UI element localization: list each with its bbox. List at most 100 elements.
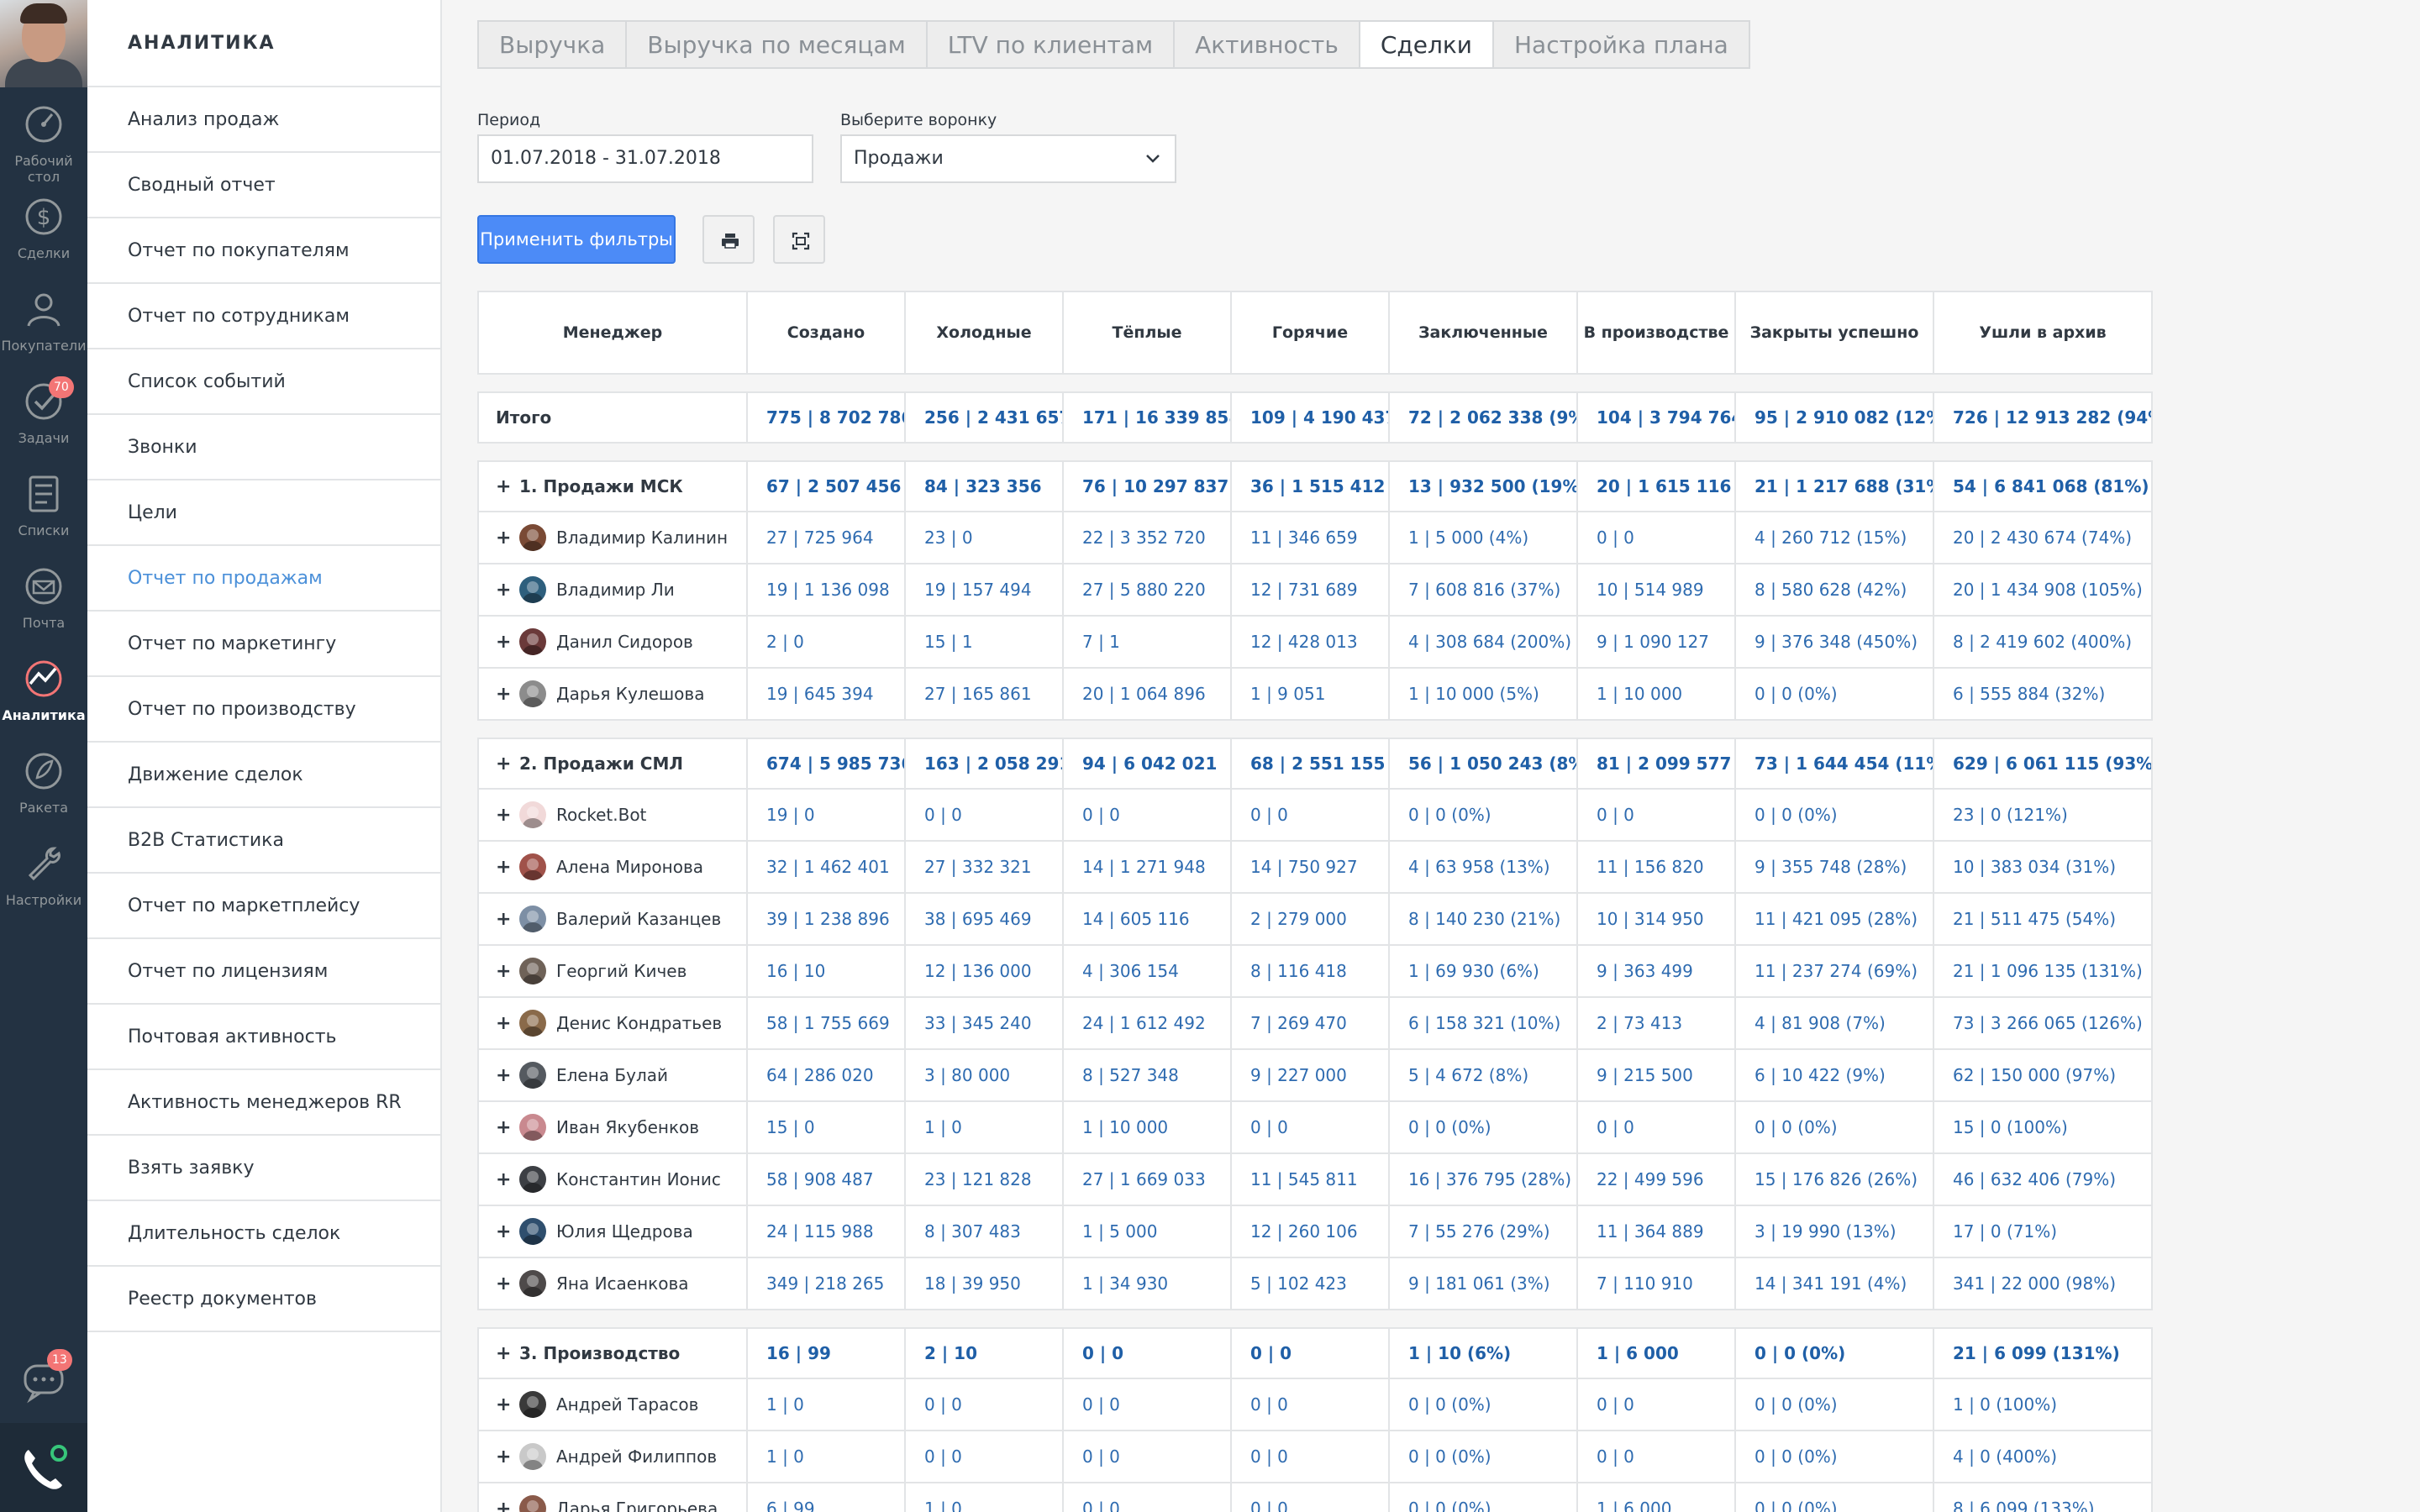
group-cell[interactable]: 2 | 10 [906, 1329, 1064, 1378]
expand-icon[interactable]: + [496, 476, 511, 497]
column-header[interactable]: Горячие [1232, 292, 1390, 373]
data-cell[interactable]: 11 | 346 659 [1232, 512, 1390, 563]
sidebar-item[interactable]: Длительность сделок [87, 1201, 440, 1267]
sidebar-item[interactable]: Цели [87, 480, 440, 546]
data-cell[interactable]: 1 | 10 000 [1578, 669, 1736, 719]
group-cell[interactable]: 0 | 0 (0%) [1736, 1329, 1934, 1378]
total-cell[interactable]: 775 | 8 702 786 [748, 393, 906, 442]
data-cell[interactable]: 62 | 150 000 (97%) [1934, 1050, 2151, 1100]
manager-name-cell[interactable]: + Владимир Ли [479, 564, 748, 615]
manager-name-cell[interactable]: + Владимир Калинин [479, 512, 748, 563]
data-cell[interactable]: 58 | 908 487 [748, 1154, 906, 1205]
data-cell[interactable]: 12 | 260 106 [1232, 1206, 1390, 1257]
data-cell[interactable]: 33 | 345 240 [906, 998, 1064, 1048]
data-cell[interactable]: 7 | 269 470 [1232, 998, 1390, 1048]
column-header[interactable]: Создано [748, 292, 906, 373]
data-cell[interactable]: 23 | 121 828 [906, 1154, 1064, 1205]
expand-icon[interactable]: + [496, 961, 511, 982]
group-cell[interactable]: 0 | 0 [1232, 1329, 1390, 1378]
data-cell[interactable]: 1 | 69 930 (6%) [1390, 946, 1578, 996]
total-cell[interactable]: 256 | 2 431 657 [906, 393, 1064, 442]
data-cell[interactable]: 1 | 34 930 [1064, 1258, 1232, 1309]
data-cell[interactable]: 0 | 0 [1064, 1483, 1232, 1512]
group-cell[interactable]: 36 | 1 515 412 [1232, 462, 1390, 511]
data-cell[interactable]: 21 | 1 096 135 (131%) [1934, 946, 2151, 996]
tab[interactable]: LTV по клиентам [925, 20, 1176, 69]
data-cell[interactable]: 7 | 55 276 (29%) [1390, 1206, 1578, 1257]
nav-item-lists[interactable]: Списки [0, 470, 87, 561]
data-cell[interactable]: 0 | 0 [1578, 790, 1736, 840]
data-cell[interactable]: 10 | 314 950 [1578, 894, 1736, 944]
expand-icon[interactable]: + [496, 1273, 511, 1294]
group-cell[interactable]: 629 | 6 061 115 (93%) [1934, 739, 2151, 788]
column-header[interactable]: Заключенные [1390, 292, 1578, 373]
data-cell[interactable]: 12 | 428 013 [1232, 617, 1390, 667]
sidebar-item[interactable]: Активность менеджеров RR [87, 1070, 440, 1136]
data-cell[interactable]: 9 | 1 090 127 [1578, 617, 1736, 667]
data-cell[interactable]: 15 | 176 826 (26%) [1736, 1154, 1934, 1205]
data-cell[interactable]: 9 | 227 000 [1232, 1050, 1390, 1100]
data-cell[interactable]: 341 | 22 000 (98%) [1934, 1258, 2151, 1309]
data-cell[interactable]: 14 | 1 271 948 [1064, 842, 1232, 892]
data-cell[interactable]: 7 | 110 910 [1578, 1258, 1736, 1309]
total-cell[interactable]: 109 | 4 190 437 [1232, 393, 1390, 442]
funnel-select[interactable]: Продажи [840, 134, 1176, 183]
expand-icon[interactable]: + [496, 1446, 511, 1467]
data-cell[interactable]: 0 | 0 (0%) [1390, 1102, 1578, 1152]
data-cell[interactable]: 11 | 237 274 (69%) [1736, 946, 1934, 996]
data-cell[interactable]: 5 | 4 672 (8%) [1390, 1050, 1578, 1100]
column-header[interactable]: Менеджер [479, 292, 748, 373]
period-input[interactable]: 01.07.2018 - 31.07.2018 [477, 134, 813, 183]
expand-icon[interactable]: + [496, 1013, 511, 1034]
data-cell[interactable]: 19 | 1 136 098 [748, 564, 906, 615]
data-cell[interactable]: 27 | 725 964 [748, 512, 906, 563]
data-cell[interactable]: 10 | 514 989 [1578, 564, 1736, 615]
column-header[interactable]: Холодные [906, 292, 1064, 373]
data-cell[interactable]: 6 | 158 321 (10%) [1390, 998, 1578, 1048]
user-avatar[interactable] [0, 0, 87, 87]
sidebar-item[interactable]: Список событий [87, 349, 440, 415]
data-cell[interactable]: 24 | 115 988 [748, 1206, 906, 1257]
nav-item-mail[interactable]: Почта [0, 563, 87, 654]
group-cell[interactable]: 1 | 10 (6%) [1390, 1329, 1578, 1378]
data-cell[interactable]: 3 | 80 000 [906, 1050, 1064, 1100]
data-cell[interactable]: 1 | 0 [748, 1379, 906, 1430]
expand-icon[interactable]: + [496, 684, 511, 705]
data-cell[interactable]: 15 | 1 [906, 617, 1064, 667]
expand-icon[interactable]: + [496, 1169, 511, 1190]
manager-name-cell[interactable]: + Валерий Казанцев [479, 894, 748, 944]
data-cell[interactable]: 39 | 1 238 896 [748, 894, 906, 944]
data-cell[interactable]: 9 | 355 748 (28%) [1736, 842, 1934, 892]
group-cell[interactable]: 56 | 1 050 243 (8%) [1390, 739, 1578, 788]
sidebar-item[interactable]: Отчет по покупателям [87, 218, 440, 284]
sidebar-item[interactable]: Отчет по продажам [87, 546, 440, 612]
data-cell[interactable]: 64 | 286 020 [748, 1050, 906, 1100]
data-cell[interactable]: 1 | 0 (100%) [1934, 1379, 2151, 1430]
data-cell[interactable]: 8 | 116 418 [1232, 946, 1390, 996]
data-cell[interactable]: 6 | 10 422 (9%) [1736, 1050, 1934, 1100]
data-cell[interactable]: 27 | 165 861 [906, 669, 1064, 719]
group-name-cell[interactable]: +1. Продажи МСК [479, 462, 748, 511]
data-cell[interactable]: 20 | 1 434 908 (105%) [1934, 564, 2151, 615]
sidebar-item[interactable]: Движение сделок [87, 743, 440, 808]
group-cell[interactable]: 13 | 932 500 (19%) [1390, 462, 1578, 511]
data-cell[interactable]: 15 | 0 [748, 1102, 906, 1152]
tab[interactable]: Сделки [1358, 20, 1494, 69]
nav-item-deals[interactable]: $ Сделки [0, 193, 87, 284]
data-cell[interactable]: 18 | 39 950 [906, 1258, 1064, 1309]
data-cell[interactable]: 7 | 1 [1064, 617, 1232, 667]
group-name-cell[interactable]: +2. Продажи СМЛ [479, 739, 748, 788]
fullscreen-button[interactable] [773, 215, 825, 264]
data-cell[interactable]: 0 | 0 [1578, 1102, 1736, 1152]
phone-button[interactable] [0, 1423, 87, 1512]
nav-item-analytics[interactable]: Аналитика [0, 655, 87, 746]
sidebar-item[interactable]: Отчет по маркетингу [87, 612, 440, 677]
data-cell[interactable]: 2 | 279 000 [1232, 894, 1390, 944]
expand-icon[interactable]: + [496, 909, 511, 930]
data-cell[interactable]: 0 | 0 (0%) [1390, 1379, 1578, 1430]
sidebar-item[interactable]: Отчет по производству [87, 677, 440, 743]
data-cell[interactable]: 24 | 1 612 492 [1064, 998, 1232, 1048]
manager-name-cell[interactable]: + Георгий Кичев [479, 946, 748, 996]
total-cell[interactable]: 104 | 3 794 764 [1578, 393, 1736, 442]
data-cell[interactable]: 12 | 136 000 [906, 946, 1064, 996]
